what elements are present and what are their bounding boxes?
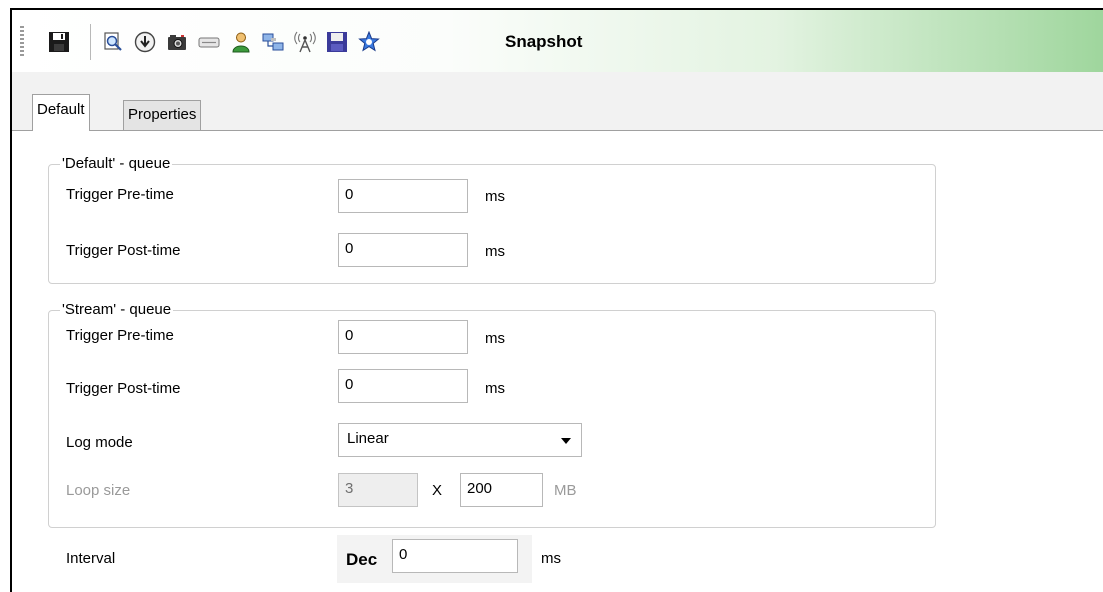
loop-size-label: Loop size <box>66 482 131 499</box>
log-mode-label: Log mode <box>66 434 133 451</box>
toolbar-grip[interactable] <box>20 26 24 58</box>
save-icon[interactable] <box>48 31 70 53</box>
default-queue-legend: 'Default' - queue <box>60 155 173 172</box>
default-queue-group <box>48 164 936 284</box>
stream-pre-time-label: Trigger Pre-time <box>66 327 174 344</box>
interval-unit: ms <box>541 550 561 567</box>
toolbar-separator <box>90 24 91 60</box>
stream-post-time-label: Trigger Post-time <box>66 380 181 397</box>
log-mode-value: Linear <box>347 430 389 447</box>
stream-queue-legend: 'Stream' - queue <box>60 301 174 318</box>
toolbar-title: Snapshot <box>505 32 583 51</box>
interval-label: Interval <box>66 550 116 567</box>
antenna-icon[interactable] <box>294 31 316 53</box>
default-post-time-unit: ms <box>485 243 505 260</box>
chevron-down-icon[interactable] <box>561 438 571 444</box>
tab-properties[interactable]: Properties <box>123 100 202 130</box>
stream-pre-time-unit: ms <box>485 330 505 347</box>
log-mode-select[interactable]: Linear <box>338 423 582 457</box>
camera-icon[interactable] <box>166 31 188 53</box>
loop-multiply-label: X <box>432 482 443 499</box>
gear-star-icon[interactable] <box>358 31 380 53</box>
default-post-time-input[interactable]: 0 <box>338 233 468 267</box>
tab-default[interactable]: Default <box>32 94 90 131</box>
default-pre-time-label: Trigger Pre-time <box>66 186 174 203</box>
user-icon[interactable] <box>230 31 252 53</box>
stream-post-time-unit: ms <box>485 380 505 397</box>
interval-input[interactable]: 0 <box>392 539 518 573</box>
snapshot-window: Snapshot Default Properties 'Default' - … <box>10 8 1103 592</box>
stream-post-time-input[interactable]: 0 <box>338 369 468 403</box>
loop-count-input: 3 <box>338 473 418 507</box>
download-icon[interactable] <box>134 31 156 53</box>
loop-size-input[interactable]: 200 <box>460 473 543 507</box>
stream-pre-time-input[interactable]: 0 <box>338 320 468 354</box>
tab-divider <box>12 130 1103 131</box>
default-pre-time-input[interactable]: 0 <box>338 179 468 213</box>
save-disk-icon[interactable] <box>326 31 348 53</box>
default-post-time-label: Trigger Post-time <box>66 242 181 259</box>
default-pre-time-unit: ms <box>485 188 505 205</box>
network-icon[interactable] <box>262 31 284 53</box>
print-preview-icon[interactable] <box>102 31 124 53</box>
card-icon[interactable] <box>198 31 220 53</box>
interval-format-label[interactable]: Dec <box>346 550 377 570</box>
loop-size-unit: MB <box>554 482 577 499</box>
